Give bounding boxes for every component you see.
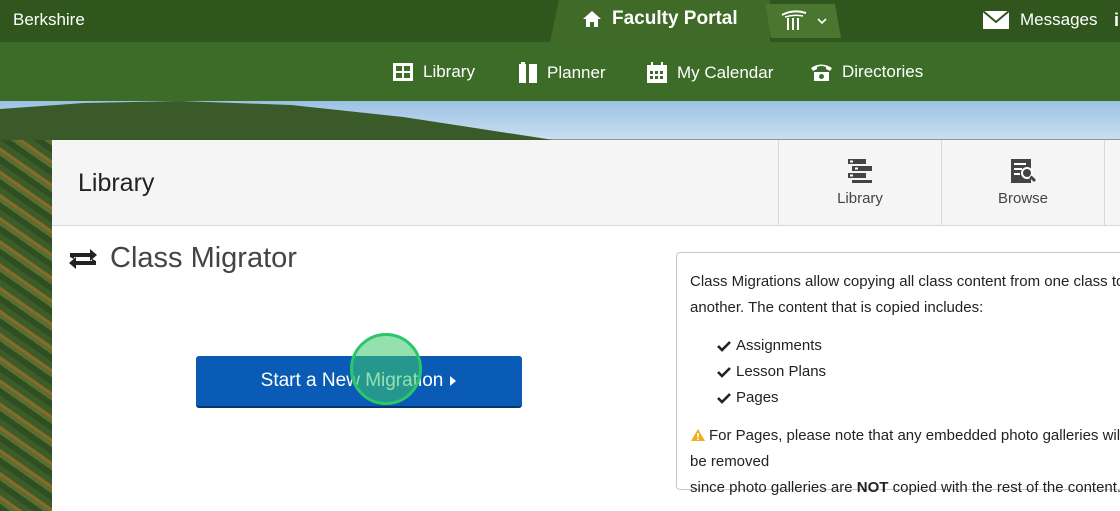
tile-label: Library bbox=[837, 190, 883, 207]
nav-label: My Calendar bbox=[677, 63, 774, 82]
warning-text-end: copied with the rest of the content. bbox=[892, 479, 1120, 496]
migration-info-box: Class Migrations allow copying all class… bbox=[676, 252, 1120, 496]
nav-item-directories[interactable]: Directories bbox=[810, 62, 923, 82]
faculty-portal-label: Faculty Portal bbox=[612, 8, 738, 29]
warning-emphasis: NOT bbox=[856, 479, 889, 496]
shelves-icon bbox=[848, 159, 872, 183]
messages-link[interactable]: Messages bbox=[982, 10, 1097, 30]
list-item-label: Pages bbox=[736, 389, 779, 406]
check-icon bbox=[717, 341, 731, 352]
library-tile-button[interactable]: Library bbox=[778, 140, 941, 225]
photo-gallery-warning: For Pages, please note that any embedded… bbox=[690, 423, 1120, 501]
home-icon bbox=[583, 11, 601, 27]
info-icon[interactable]: i bbox=[1114, 10, 1119, 31]
list-item: Lesson Plans bbox=[717, 359, 826, 385]
retweet-icon bbox=[69, 248, 97, 269]
page-title: Library bbox=[78, 169, 155, 197]
info-intro-text: Class Migrations allow copying all class… bbox=[690, 273, 1120, 316]
nav-item-my-calendar[interactable]: My Calendar bbox=[646, 62, 773, 84]
forest-strip bbox=[0, 140, 52, 511]
nav-label: Library bbox=[423, 62, 475, 81]
warning-text-line2: since photo galleries are bbox=[690, 479, 853, 496]
class-migrator-heading: Class Migrator bbox=[66, 242, 297, 275]
messages-label: Messages bbox=[1020, 10, 1098, 29]
browse-tile-button[interactable]: Browse bbox=[941, 140, 1104, 225]
warning-icon bbox=[691, 429, 705, 441]
check-icon bbox=[717, 393, 731, 404]
copied-content-list: Assignments Lesson Plans Pages bbox=[717, 333, 826, 411]
column-logo-icon bbox=[781, 10, 807, 30]
chevron-down-icon bbox=[817, 18, 827, 25]
nav-label: Planner bbox=[547, 63, 606, 82]
list-item: Pages bbox=[717, 385, 826, 411]
school-switcher-button[interactable] bbox=[765, 4, 841, 38]
nav-item-planner[interactable]: Planner bbox=[518, 62, 606, 84]
warning-text-start: For Pages, please note that any embedded… bbox=[690, 427, 1120, 470]
nav-label: Directories bbox=[842, 62, 924, 81]
top-bar: Berkshire Faculty Portal Messages i bbox=[0, 0, 1120, 42]
faculty-portal-tab[interactable]: Faculty Portal bbox=[582, 8, 738, 30]
school-name[interactable]: Berkshire bbox=[13, 10, 85, 30]
list-item-label: Assignments bbox=[736, 337, 822, 354]
envelope-icon bbox=[982, 10, 1010, 29]
browse-icon bbox=[1011, 159, 1037, 183]
calendar-icon bbox=[647, 62, 667, 83]
panel-header: Library Library Browse bbox=[52, 140, 1120, 226]
more-tile-edge[interactable] bbox=[1104, 140, 1120, 225]
caret-right-icon bbox=[450, 376, 457, 386]
tile-label: Browse bbox=[997, 190, 1049, 207]
list-item: Assignments bbox=[717, 333, 826, 359]
check-icon bbox=[717, 367, 731, 378]
sub-navigation: Library Planner My Calendar Directories bbox=[0, 42, 1120, 101]
section-title: Class Migrator bbox=[110, 242, 297, 274]
list-item-label: Lesson Plans bbox=[736, 363, 827, 380]
nav-item-library[interactable]: Library bbox=[392, 62, 475, 82]
grid-icon bbox=[393, 63, 413, 81]
start-button-label: Start a New Migration bbox=[260, 370, 444, 391]
start-new-migration-button[interactable]: Start a New Migration bbox=[196, 356, 522, 408]
phone-icon bbox=[811, 64, 832, 81]
planner-icon bbox=[519, 62, 537, 83]
